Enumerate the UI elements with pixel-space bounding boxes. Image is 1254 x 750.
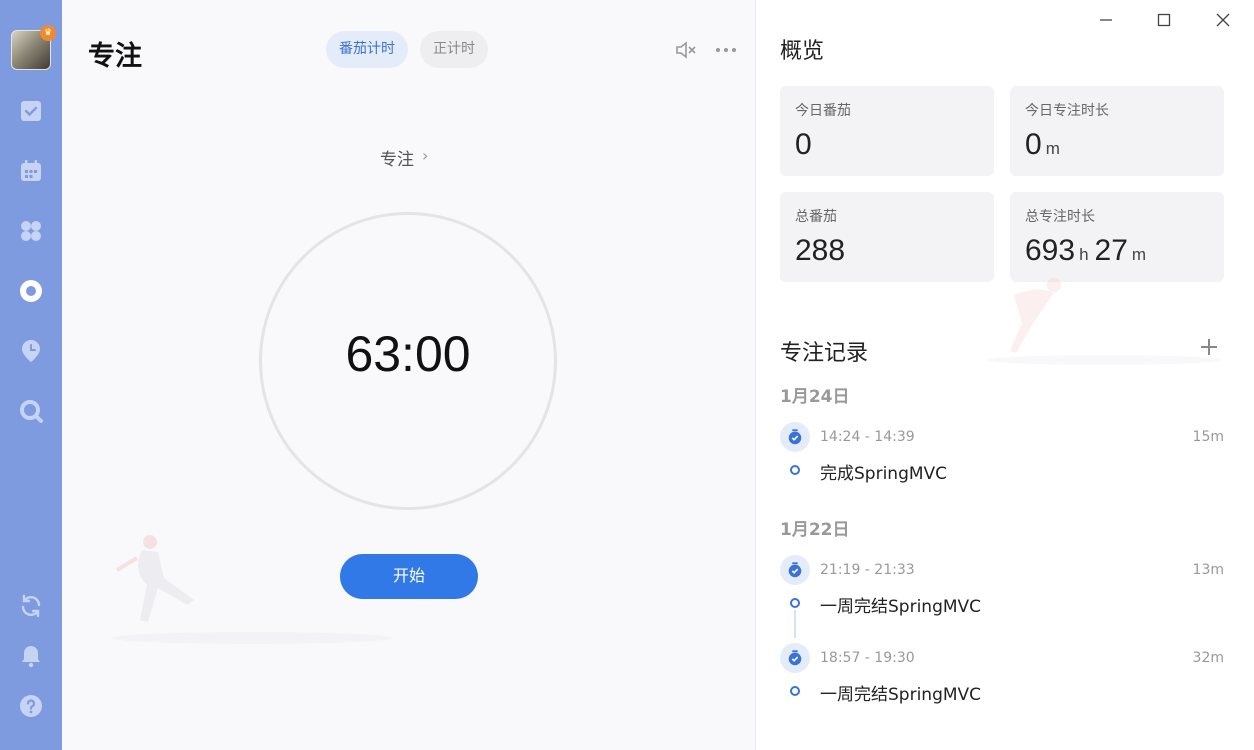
focus-task-selector[interactable]: 专注 [380,145,414,170]
record-date: 1月24日 [780,387,850,407]
skater-illustration [112,535,392,644]
calendar-icon[interactable] [18,158,44,184]
record-task[interactable]: 一周完结SpringMVC [820,592,981,617]
stat-label: 今日番茄 [795,103,851,119]
pomodoro-icon[interactable] [18,278,44,304]
record-task[interactable]: 完成SpringMVC [820,459,947,484]
record-dot [790,686,800,696]
record-duration: 15m [1192,429,1224,445]
focus-panel: 专注 番茄计时 正计时 专注 › 63:00 开始 [62,0,755,750]
help-icon[interactable] [18,693,44,719]
minimize-icon[interactable] [1094,8,1118,32]
record-time: 21:19 - 21:33 [820,562,915,578]
habit-icon[interactable] [18,338,44,364]
more-icon[interactable] [714,38,738,62]
stat-value: 693 h 27 m [1025,234,1147,267]
chevron-right-icon[interactable]: › [422,146,428,165]
record-date: 1月22日 [780,520,850,540]
tab-pomodoro[interactable]: 番茄计时 [326,31,408,68]
checkbox-icon[interactable] [18,98,44,124]
record-dot [790,598,800,608]
sidebar: ♛ [0,0,62,750]
quadrant-icon[interactable] [18,218,44,244]
stat-card-today-duration: 今日专注时长 0m [1010,86,1224,176]
record-task[interactable]: 一周完结SpringMVC [820,680,981,705]
bell-icon[interactable] [18,643,44,669]
timer-value: 63:00 [345,326,471,382]
page-title: 专注 [88,41,142,72]
record-dot [790,465,800,475]
record-time: 18:57 - 19:30 [820,650,915,666]
stat-value: 288 [795,234,846,267]
timer-badge-icon [780,555,810,585]
stat-value: 0m [1025,128,1060,161]
records-title: 专注记录 [780,341,869,366]
skater-illustration [989,278,1219,365]
search-icon[interactable] [18,398,44,424]
overview-panel: 概览 今日番茄 0 今日专注时长 0m 总番茄 288 总专注时长 693 h 27… [756,0,1254,750]
close-icon[interactable] [1211,8,1235,32]
timeline-line [794,610,796,638]
stat-card-total-duration: 总专注时长 693 h 27 m [1010,192,1224,282]
record-time: 14:24 - 14:39 [820,429,915,445]
sync-icon[interactable] [18,593,44,619]
maximize-icon[interactable] [1152,8,1176,32]
tab-stopwatch[interactable]: 正计时 [420,31,488,68]
record-duration: 32m [1192,650,1224,666]
mute-icon[interactable] [674,38,698,62]
timer-badge-icon [780,643,810,673]
stat-card-total-pomodoro: 总番茄 288 [780,192,994,282]
timer-badge-icon [780,422,810,452]
crown-icon: ♛ [40,25,56,41]
stat-label: 总番茄 [795,209,837,225]
stat-label: 今日专注时长 [1025,103,1109,119]
add-record-icon[interactable] [1196,334,1222,360]
record-duration: 13m [1192,562,1224,578]
overview-title: 概览 [780,39,825,64]
stat-card-today-pomodoro: 今日番茄 0 [780,86,994,176]
stat-label: 总专注时长 [1025,209,1095,225]
stat-value: 0 [795,128,812,161]
